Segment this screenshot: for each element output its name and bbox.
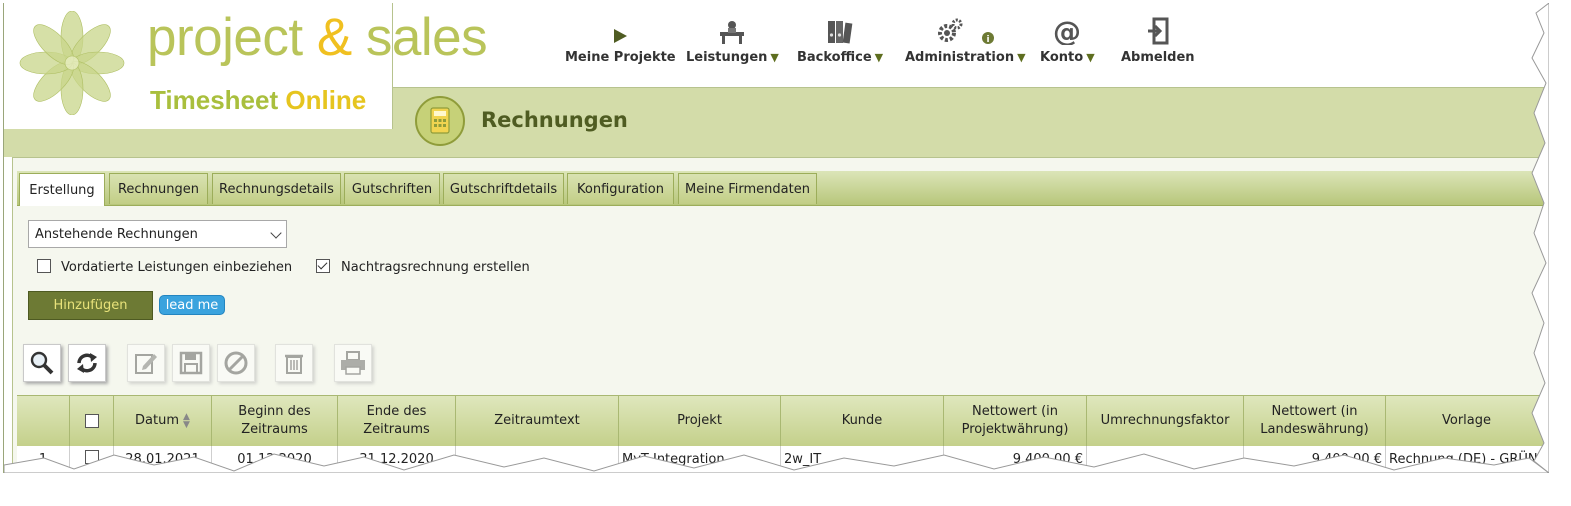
desk-worker-icon [720,21,745,44]
delete-button[interactable] [275,344,313,382]
gears-icon: i [938,18,995,45]
cancel-icon [224,351,248,375]
cancel-button[interactable] [217,344,255,382]
tab-gutschriften[interactable]: Gutschriften [344,173,440,204]
header-strip [4,129,393,157]
logout-icon [1147,17,1169,45]
brand-subtitle: Timesheet Online [150,85,367,115]
content-panel: Erstellung Rechnungen Rechnungsdetails G… [12,157,1549,473]
tab-bar: Erstellung Rechnungen Rechnungsdetails G… [17,171,1547,206]
col-rownum [17,396,69,446]
print-icon [341,351,365,375]
col-select [69,396,113,446]
svg-text:i: i [987,35,990,45]
brand-name: project & sales [147,8,488,67]
col-netto-land[interactable]: Nettowert (in Landeswährung) [1243,396,1385,446]
save-icon [179,351,203,375]
tab-rechnungsdetails[interactable]: Rechnungsdetails [212,173,341,204]
search-button[interactable] [23,344,61,382]
vordatierte-checkbox[interactable] [37,259,51,273]
at-icon: @ [1053,17,1081,45]
nav-abmelden[interactable]: Abmelden [1121,15,1195,75]
page-title-bar: Rechnungen [393,87,1549,158]
nav-leistungen[interactable]: Leistungen ▼ [686,15,779,75]
refresh-icon [77,353,97,373]
save-button[interactable] [172,344,210,382]
row-number: 1 [38,451,48,467]
sort-icon: ▲ ▼ [183,412,190,430]
calculator-icon [415,96,465,146]
col-projekt[interactable]: Projekt [618,396,780,446]
chevron-down-icon [270,227,282,239]
edit-button[interactable] [127,344,165,382]
table-header: Datum ▲ ▼ Beginn des Zeitraums Ende des Ze… [17,395,1547,447]
print-button[interactable] [334,344,372,382]
delete-icon [285,354,303,374]
cell-datum: 28.01.2021 [113,446,211,472]
page-title: Rechnungen [481,108,628,132]
play-icon [614,29,628,43]
row-select-cell [69,446,113,472]
col-zeitraumtext[interactable]: Zeitraumtext [455,396,618,446]
cell-ende: 31.12.2020 [337,446,455,472]
col-ende[interactable]: Ende des Zeitraums [337,396,455,446]
vordatierte-label: Vordatierte Leistungen einbeziehen [61,260,293,275]
select-all-checkbox[interactable] [84,414,99,428]
cell-zeitraumtext [455,446,618,472]
search-icon [30,351,54,375]
cell-netto-projekt: 9.400,00 € [943,446,1086,472]
nachtragsrechnung-label: Nachtragsrechnung erstellen [341,260,530,275]
col-netto-projekt[interactable]: Nettowert (in Projektwährung) [943,396,1086,446]
tab-erstellung[interactable]: Erstellung [19,173,105,206]
nav-backoffice[interactable]: Backoffice ▼ [797,15,883,75]
tab-gutschriftdetails[interactable]: Gutschriftdetails [443,173,564,204]
edit-icon [135,354,157,374]
col-vorlage[interactable]: Vorlage [1385,396,1547,446]
row-checkbox[interactable] [84,450,99,464]
invoice-type-select[interactable]: Anstehende Rechnungen [28,220,287,248]
cell-vorlage: Rechnung (DE) - GRÜN [1385,446,1547,472]
svg-text:@: @ [1053,17,1081,45]
lead-me-button[interactable]: lead me [159,295,225,315]
nav-administration[interactable]: i Administration ▼ [905,15,1026,75]
cell-projekt: MvT Integration [618,446,780,472]
refresh-button[interactable] [68,344,106,382]
select-value: Anstehende Rechnungen [35,226,198,242]
col-kunde[interactable]: Kunde [780,396,943,446]
col-beginn[interactable]: Beginn des Zeitraums [211,396,337,446]
tab-meine-firmendaten[interactable]: Meine Firmendaten [678,173,817,204]
col-faktor[interactable]: Umrechnungsfaktor [1086,396,1243,446]
cell-beginn: 01.12.2020 [211,446,337,472]
cell-faktor [1086,446,1243,472]
flower-logo-icon [19,11,125,115]
tab-konfiguration[interactable]: Konfiguration [567,173,674,204]
logo-area: project & sales Timesheet Online [4,3,488,130]
app-window: project & sales Timesheet Online Meine P… [3,3,1549,473]
add-button[interactable]: Hinzufügen [28,291,153,320]
nachtragsrechnung-checkbox[interactable] [316,259,330,273]
col-datum[interactable]: Datum ▲ ▼ [113,396,211,446]
cell-kunde: 2w_IT [780,446,943,472]
cell-netto-land: 9.400,00 € [1243,446,1385,472]
nav-konto[interactable]: @ Konto ▼ [1040,15,1095,75]
nav-meine-projekte[interactable]: Meine Projekte [565,15,676,75]
tab-rechnungen[interactable]: Rechnungen [109,173,208,204]
binders-icon [828,21,853,44]
table-row[interactable]: 1 28.01.2021 01.12.2020 31.12.2020 MvT I… [17,446,1547,472]
